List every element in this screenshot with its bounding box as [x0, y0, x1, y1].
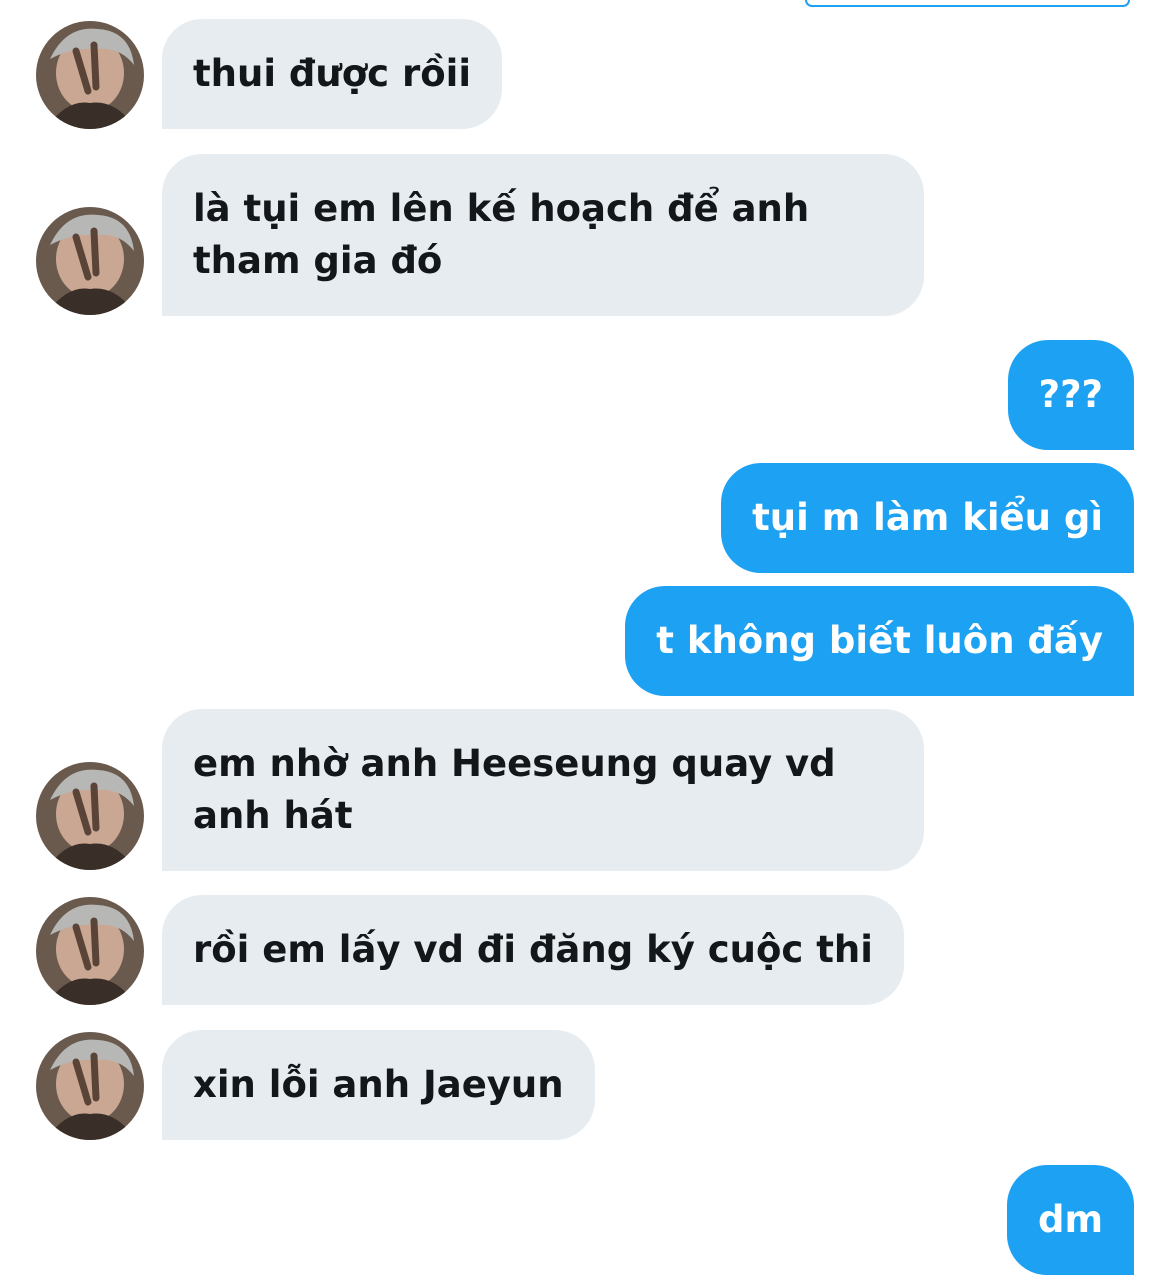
message-bubble-incoming[interactable]: thui được rồii: [162, 19, 503, 129]
avatar-photo: [36, 1032, 144, 1140]
message-bubble-incoming[interactable]: em nhờ anh Heeseung quay vd anh hát: [162, 709, 924, 871]
avatar-photo: [36, 897, 144, 1005]
message-bubble-incoming[interactable]: rồi em lấy vd đi đăng ký cuộc thi: [162, 895, 904, 1005]
sender-avatar[interactable]: [36, 762, 144, 870]
sender-avatar[interactable]: [36, 207, 144, 315]
message-bubble-outgoing[interactable]: ???: [1007, 340, 1134, 450]
sender-avatar[interactable]: [36, 1032, 144, 1140]
message-bubble-outgoing[interactable]: tụi m làm kiểu gì: [721, 463, 1134, 573]
message-bubble-incoming[interactable]: xin lỗi anh Jaeyun: [162, 1030, 595, 1140]
message-bubble-outgoing[interactable]: t không biết luôn đấy: [625, 586, 1134, 696]
avatar-photo: [36, 762, 144, 870]
avatar-photo: [36, 207, 144, 315]
sender-avatar[interactable]: [36, 21, 144, 129]
sender-avatar[interactable]: [36, 897, 144, 1005]
message-bubble-outgoing[interactable]: dm: [1006, 1165, 1134, 1275]
previous-message-edge: [805, 0, 1130, 7]
message-bubble-incoming[interactable]: là tụi em lên kế hoạch để anh tham gia đ…: [162, 154, 924, 316]
avatar-photo: [36, 21, 144, 129]
